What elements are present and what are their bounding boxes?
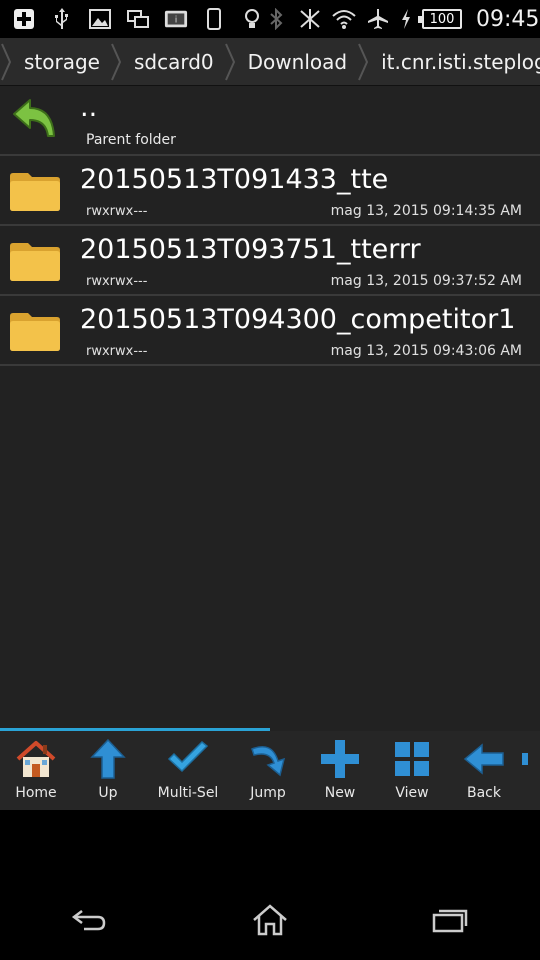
file-name: 20150513T094300_competitor1 bbox=[80, 304, 516, 335]
list-item[interactable]: 20150513T093751_tterrr rwxrwx--- mag 13,… bbox=[0, 226, 540, 296]
parent-folder-label: Parent folder bbox=[86, 132, 176, 148]
nav-recents-button[interactable] bbox=[420, 895, 480, 945]
crumb-separator bbox=[1, 43, 12, 80]
folder-icon bbox=[8, 306, 62, 356]
plus-icon bbox=[321, 740, 359, 778]
bottom-toolbar: Home Up Multi-Sel Jump New View Back bbox=[0, 731, 540, 810]
crumb-separator bbox=[111, 43, 122, 80]
nav-back-icon bbox=[71, 910, 106, 931]
svg-text:i: i bbox=[175, 15, 178, 26]
breadcrumb: storage sdcard0 Download it.cnr.isti.ste… bbox=[0, 38, 540, 86]
nav-home-button[interactable] bbox=[240, 895, 300, 945]
back-label: Back bbox=[467, 785, 501, 801]
parent-folder-row[interactable]: .. Parent folder bbox=[0, 86, 540, 156]
screen-icon bbox=[126, 7, 150, 31]
folder-icon bbox=[8, 236, 62, 286]
screen: i 100 09:45 storage sdcard0 Download it.… bbox=[0, 0, 540, 960]
file-name: 20150513T091433_tte bbox=[80, 164, 389, 195]
list-item[interactable]: 20150513T091433_tte rwxrwx--- mag 13, 20… bbox=[0, 156, 540, 226]
new-label: New bbox=[324, 785, 356, 801]
file-list: .. Parent folder 20150513T091433_tte rwx… bbox=[0, 86, 540, 728]
add-icon bbox=[12, 7, 36, 31]
airplane-icon bbox=[366, 7, 390, 31]
home-button[interactable]: Home bbox=[0, 731, 72, 810]
phone-icon bbox=[202, 7, 226, 31]
status-time: 09:45 bbox=[476, 6, 540, 32]
battery-level: 100 bbox=[429, 11, 455, 27]
nav-home-icon bbox=[253, 904, 287, 936]
no-signal-icon bbox=[298, 7, 322, 31]
navigation-bar bbox=[0, 880, 540, 960]
up-arrow-icon bbox=[90, 738, 126, 779]
jump-arrow-icon bbox=[251, 746, 286, 777]
grid-icon bbox=[395, 742, 429, 776]
home-icon bbox=[16, 741, 56, 777]
up-button[interactable]: Up bbox=[72, 731, 144, 810]
file-date: mag 13, 2015 09:43:06 AM bbox=[330, 343, 522, 359]
file-permissions: rwxrwx--- bbox=[86, 344, 148, 359]
battery-icon: 100 bbox=[418, 9, 462, 29]
checkmark-icon bbox=[167, 740, 209, 773]
sim-icon: i bbox=[164, 7, 188, 31]
back-arrow-icon bbox=[463, 743, 504, 775]
breadcrumb-item-download[interactable]: Download bbox=[238, 38, 357, 85]
up-label: Up bbox=[98, 785, 118, 801]
jump-button[interactable]: Jump bbox=[232, 731, 304, 810]
nav-recents-icon bbox=[432, 909, 468, 933]
multi-select-label: Multi-Sel bbox=[157, 785, 219, 801]
home-label: Home bbox=[15, 785, 57, 801]
status-bar: i 100 09:45 bbox=[0, 0, 540, 38]
parent-folder-name: .. bbox=[80, 92, 98, 123]
breadcrumb-item-sdcard0[interactable]: sdcard0 bbox=[124, 38, 224, 85]
back-button[interactable]: Back bbox=[448, 731, 520, 810]
multi-select-button[interactable]: Multi-Sel bbox=[144, 731, 232, 810]
breadcrumb-item-steplogger[interactable]: it.cnr.isti.steplogger bbox=[371, 38, 540, 85]
file-permissions: rwxrwx--- bbox=[86, 204, 148, 219]
file-permissions: rwxrwx--- bbox=[86, 274, 148, 289]
file-name: 20150513T093751_tterrr bbox=[80, 234, 421, 265]
view-label: View bbox=[395, 785, 429, 801]
wifi-icon bbox=[332, 7, 356, 31]
nav-back-button[interactable] bbox=[60, 895, 120, 945]
bluetooth-icon bbox=[264, 7, 288, 31]
image-icon bbox=[88, 7, 112, 31]
usb-icon bbox=[50, 7, 74, 31]
crumb-separator bbox=[358, 43, 369, 80]
crumb-separator bbox=[224, 43, 235, 80]
folder-icon bbox=[8, 166, 62, 216]
view-button[interactable]: View bbox=[376, 731, 448, 810]
new-button[interactable]: New bbox=[304, 731, 376, 810]
jump-label: Jump bbox=[250, 785, 286, 801]
breadcrumb-item-storage[interactable]: storage bbox=[14, 38, 110, 85]
bulb-icon bbox=[240, 7, 264, 31]
parent-folder-arrow-icon bbox=[8, 96, 62, 146]
file-date: mag 13, 2015 09:37:52 AM bbox=[330, 273, 522, 289]
list-item[interactable]: 20150513T094300_competitor1 rwxrwx--- ma… bbox=[0, 296, 540, 366]
file-date: mag 13, 2015 09:14:35 AM bbox=[330, 203, 522, 219]
toolbar-overflow-edge bbox=[520, 731, 528, 810]
charging-icon bbox=[400, 7, 412, 31]
